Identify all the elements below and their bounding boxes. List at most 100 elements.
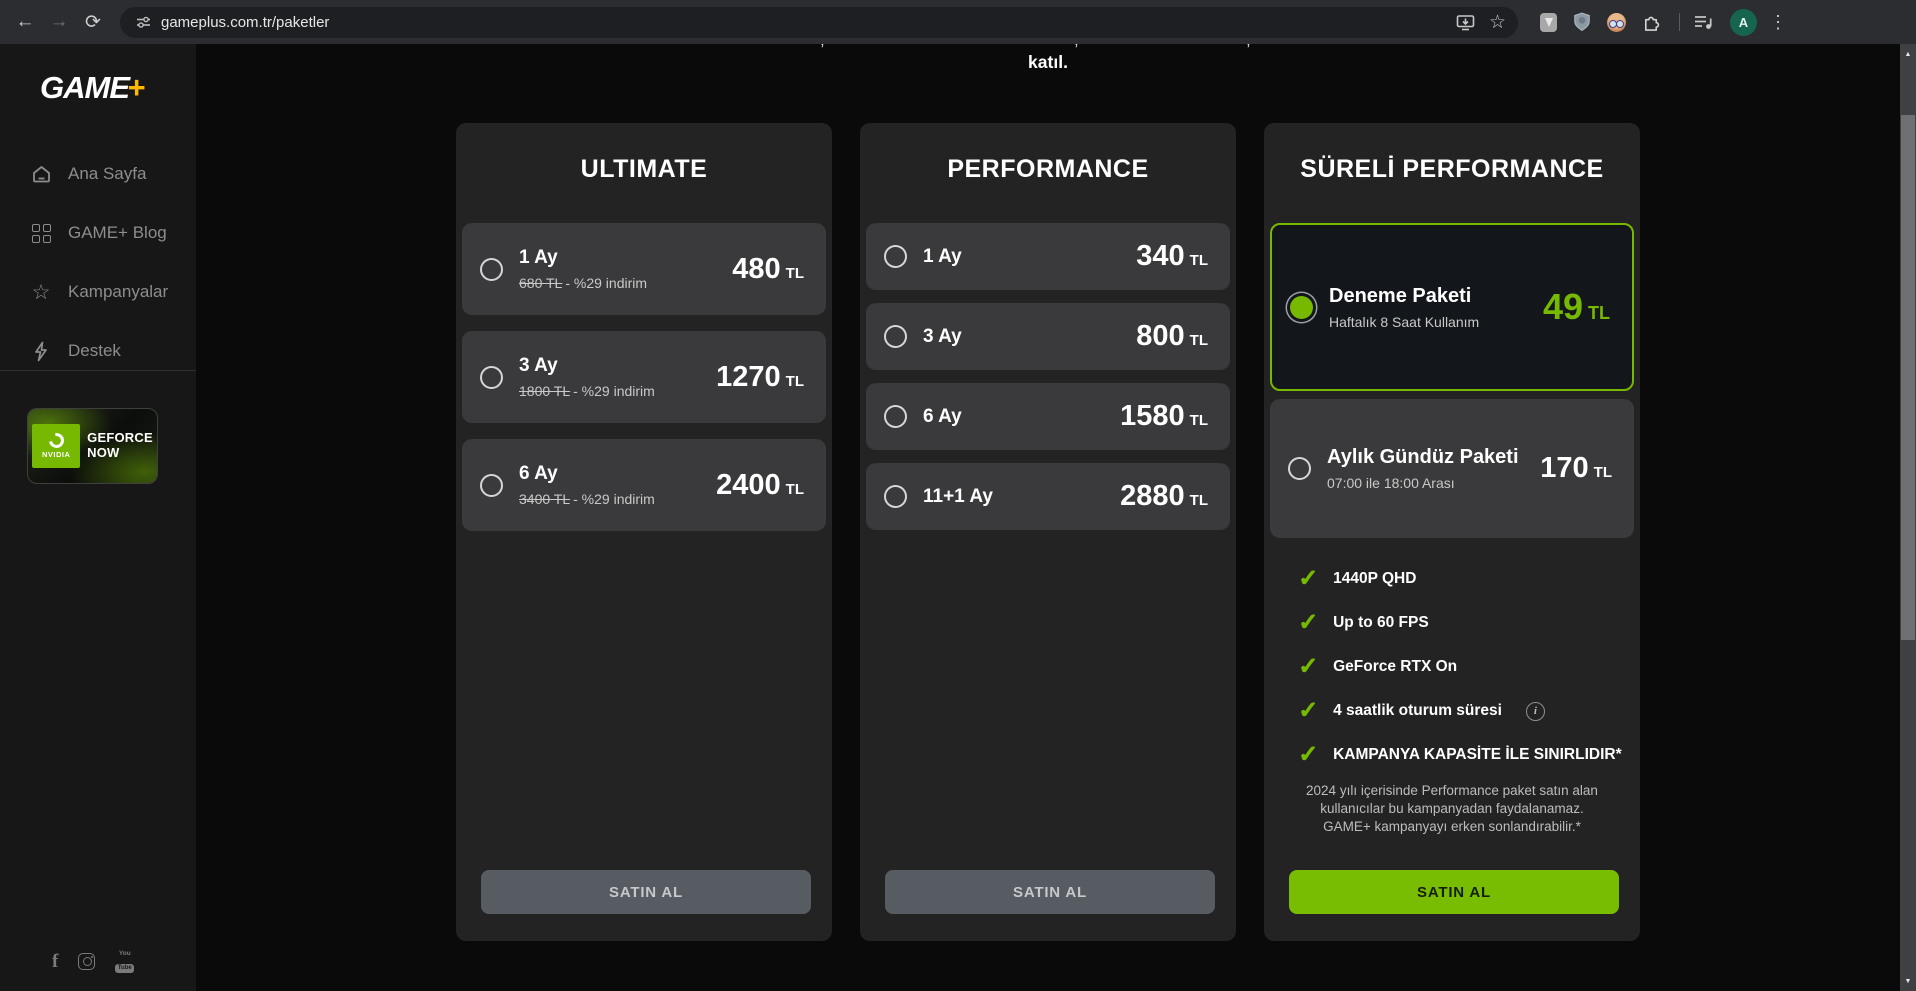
sidebar-item-destek[interactable]: Destek (0, 339, 196, 363)
feature-text: 4 saatlik oturum süresi (1333, 702, 1502, 719)
price-currency: TL (1588, 303, 1610, 323)
info-icon[interactable]: i (1525, 701, 1545, 721)
feature-item: ✓ GeForce RTX On (1264, 645, 1640, 689)
buy-button[interactable]: SATIN AL (481, 870, 811, 914)
feature-text: Up to 60 FPS (1333, 614, 1429, 631)
sidebar-item-ana-sayfa[interactable]: Ana Sayfa (0, 162, 196, 186)
plan-price: 2880 TL (1120, 480, 1208, 513)
price-value: 480 (732, 252, 781, 285)
install-app-icon[interactable] (1456, 14, 1475, 31)
geforce-now-badge[interactable]: NVIDIA GEFORCE NOW (27, 408, 158, 484)
media-playlist-icon[interactable] (1694, 14, 1714, 30)
shield-extension-icon[interactable] (1573, 12, 1591, 32)
plan-discount: 3400 TL - %29 indirim (519, 491, 716, 507)
plan-options: 1 Ay 680 TL - %29 indirim 480 TL 3 Ay 1800… (456, 215, 832, 531)
discount-text: - %29 indirim (573, 383, 655, 399)
radio-button[interactable] (480, 365, 503, 389)
reload-icon[interactable]: ⟳ (76, 11, 110, 34)
card-header: PERFORMANCE (860, 123, 1236, 215)
plan-price: 800 TL (1136, 320, 1208, 353)
youtube-bottom-text: Tube (115, 963, 135, 973)
geforce-line: GEFORCE (87, 430, 153, 446)
card-sureli-performance: SÜRELİ PERFORMANCE Deneme Paketi Haftalı… (1264, 123, 1640, 941)
now-line: NOW (87, 445, 120, 460)
price-currency: TL (1189, 412, 1208, 429)
plan-discount: 680 TL - %29 indirim (519, 275, 732, 291)
plan-discount: 1800 TL - %29 indirim (519, 383, 716, 399)
plan-label: 6 Ay (923, 405, 962, 427)
sidebar-item-gameplus-blog[interactable]: GAME+ Blog (0, 221, 196, 245)
sidebar-divider (0, 370, 196, 371)
sidebar-item-kampanyalar[interactable]: ☆ Kampanyalar (0, 280, 196, 304)
discount-text: - %29 indirim (573, 491, 655, 507)
nvidia-wordmark: NVIDIA (41, 450, 71, 459)
plan-option-deneme-paketi[interactable]: Deneme Paketi Haftalık 8 Saat Kullanım 4… (1270, 223, 1634, 391)
plan-option-3ay[interactable]: 3 Ay 800 TL (866, 303, 1230, 370)
profile-avatar[interactable]: A (1730, 8, 1757, 36)
feature-text: GeForce RTX On (1333, 658, 1458, 675)
url-text[interactable]: gameplus.com.tr/paketler (161, 14, 1442, 31)
plan-option-3ay[interactable]: 3 Ay 1800 TL - %29 indirim 1270 TL (462, 331, 826, 423)
feature-item: ✓ KAMPANYA KAPASİTE İLE SINIRLIDIR* (1264, 733, 1640, 777)
plan-price: 1580 TL (1120, 400, 1208, 433)
plan-option-6ay[interactable]: 6 Ay 3400 TL - %29 indirim 2400 TL (462, 439, 826, 531)
plan-option-aylik-gunduz-paketi[interactable]: Aylık Gündüz Paketi 07:00 ile 18:00 Aras… (1270, 399, 1634, 538)
plan-price: 170 TL (1540, 452, 1612, 485)
plan-price: 49 TL (1543, 286, 1610, 328)
radio-button[interactable] (884, 485, 907, 508)
plan-price: 2400 TL (716, 469, 804, 502)
youtube-icon[interactable]: You Tube (115, 949, 135, 974)
face-extension-icon[interactable] (1607, 12, 1626, 32)
sidebar-item-label: Kampanyalar (68, 282, 169, 301)
instagram-icon[interactable] (78, 953, 96, 971)
nvidia-logo: NVIDIA (32, 424, 81, 468)
scroll-down-icon[interactable]: ▼ (1900, 973, 1916, 989)
buy-button[interactable]: SATIN AL (885, 870, 1215, 914)
forward-icon[interactable]: → (42, 11, 76, 33)
site-info-icon[interactable] (136, 15, 151, 29)
scroll-up-icon[interactable]: ▲ (1900, 46, 1916, 62)
url-bar[interactable]: gameplus.com.tr/paketler ☆ (120, 6, 1518, 38)
page-scrollbar[interactable]: ▲ ▼ (1900, 44, 1916, 991)
card-header: SÜRELİ PERFORMANCE (1264, 123, 1640, 215)
price-value: 170 (1540, 452, 1589, 484)
plan-option-11plus1ay[interactable]: 11+1 Ay 2880 TL (866, 463, 1230, 530)
toolbar-divider (1679, 13, 1680, 31)
radio-button[interactable] (1288, 457, 1311, 480)
intro-text: katıl. (1028, 52, 1068, 72)
feature-item: ✓ 1440P QHD (1264, 557, 1640, 601)
browser-menu-icon[interactable]: ⋮ (1769, 12, 1787, 33)
plan-price: 1270 TL (716, 361, 804, 394)
radio-button-selected[interactable] (1290, 295, 1313, 319)
bookmark-star-icon[interactable]: ☆ (1489, 13, 1506, 32)
check-icon: ✓ (1298, 653, 1319, 680)
feature-list: ✓ 1440P QHD ✓ Up to 60 FPS ✓ GeForce RTX… (1264, 557, 1640, 777)
radio-button[interactable] (480, 257, 503, 281)
gameplus-logo[interactable]: GAME+ (40, 70, 196, 106)
price-currency: TL (1189, 492, 1208, 509)
back-icon[interactable]: ← (8, 11, 42, 33)
scrollbar-thumb[interactable] (1901, 115, 1915, 640)
youtube-top-text: You (118, 949, 131, 957)
plan-option-1ay[interactable]: 1 Ay 680 TL - %29 indirim 480 TL (462, 223, 826, 315)
pointer-extension-icon[interactable] (1540, 12, 1557, 32)
radio-button[interactable] (884, 245, 907, 268)
old-price: 680 TL (519, 275, 563, 291)
radio-button[interactable] (884, 405, 907, 428)
pricing-cards: ULTIMATE 1 Ay 680 TL - %29 indirim 480 TL … (456, 123, 1640, 941)
nvidia-eye-icon (45, 430, 67, 451)
facebook-icon[interactable]: f (52, 951, 58, 973)
social-links: f You Tube (52, 949, 135, 974)
radio-button[interactable] (884, 325, 907, 348)
sidebar-item-label: GAME+ Blog (68, 223, 167, 242)
extensions-puzzle-icon[interactable] (1642, 13, 1661, 32)
price-value: 49 (1542, 286, 1583, 327)
plan-option-6ay[interactable]: 6 Ay 1580 TL (866, 383, 1230, 450)
check-icon: ✓ (1298, 565, 1319, 592)
check-icon: ✓ (1298, 609, 1319, 636)
plan-option-1ay[interactable]: 1 Ay 340 TL (866, 223, 1230, 290)
buy-button[interactable]: SATIN AL (1289, 870, 1619, 914)
feature-text: 1440P QHD (1333, 570, 1417, 587)
price-value: 2880 (1120, 480, 1185, 512)
radio-button[interactable] (480, 473, 503, 497)
